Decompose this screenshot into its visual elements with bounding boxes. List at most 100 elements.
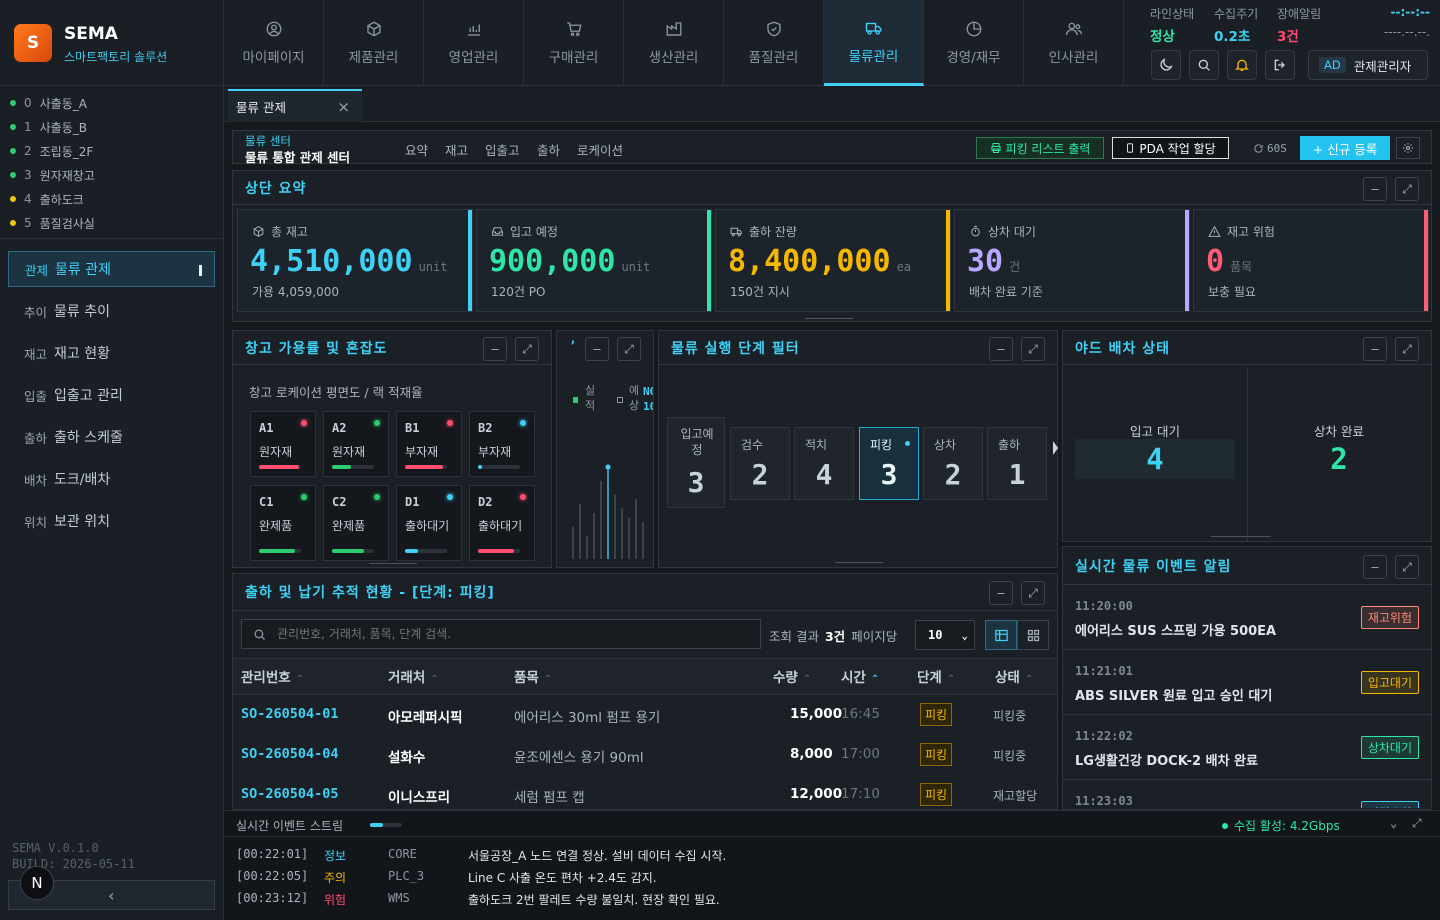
zone-item[interactable]: 5 품질검사실: [10, 214, 95, 232]
brand-logo[interactable]: S SEMA 스마트팩토리 솔루션: [0, 0, 224, 86]
subnav-link[interactable]: 출하: [537, 140, 560, 159]
search-input[interactable]: [241, 619, 761, 649]
nav-cart[interactable]: 구매관리: [524, 0, 624, 86]
column-header[interactable]: 관리번호 ⌃: [241, 666, 304, 686]
resize-handle[interactable]: [835, 562, 883, 563]
logout-button[interactable]: [1265, 50, 1295, 80]
stage-filter-5[interactable]: 출하 1: [987, 427, 1047, 500]
search-field[interactable]: [277, 627, 737, 641]
event-item[interactable]: 11:23:03 피킹오차: [1063, 780, 1431, 808]
per-page-select[interactable]: 10 ⌄: [915, 620, 975, 650]
refresh-interval[interactable]: 60S: [1253, 137, 1287, 159]
nav-box[interactable]: 제품관리: [324, 0, 424, 86]
rack-d1[interactable]: D1 출하대기: [396, 485, 462, 561]
subnav-link[interactable]: 재고: [445, 140, 468, 159]
rack-b1[interactable]: B1 부자재: [396, 411, 462, 477]
user-menu[interactable]: AD 관제관리자: [1308, 50, 1428, 80]
rack-a2[interactable]: A2 원자재: [323, 411, 389, 477]
subnav-link[interactable]: 요약: [405, 140, 428, 159]
minimize-button[interactable]: —: [989, 581, 1013, 605]
column-header[interactable]: 단계 ⌃: [917, 666, 955, 686]
kpi-card[interactable]: 재고 위험 0 품목 보충 필요: [1193, 209, 1429, 312]
sidebar-item-1[interactable]: 추이 물류 추이: [8, 293, 215, 329]
zone-item[interactable]: 4 출하도크: [10, 190, 84, 208]
notification-button[interactable]: [1227, 50, 1257, 80]
kpi-card[interactable]: 출하 잔량 8,400,000 ea 150건 지시: [715, 209, 951, 312]
print-picking-list-button[interactable]: 피킹 리스트 출력: [976, 137, 1104, 159]
column-header[interactable]: 수량 ⌃: [773, 666, 811, 686]
sidebar-item-2[interactable]: 재고 재고 현황: [8, 335, 215, 371]
resize-handle[interactable]: [369, 563, 417, 564]
sidebar-item-0[interactable]: 관제 물류 관제: [8, 251, 215, 287]
zone-item[interactable]: 1 사출동_B: [10, 118, 87, 136]
stage-filter-3[interactable]: 피킹 3: [859, 427, 919, 500]
zone-item[interactable]: 2 조립동_2F: [10, 142, 93, 160]
stage-filter-0[interactable]: 입고예정 3: [667, 417, 725, 508]
avatar[interactable]: N: [20, 866, 54, 900]
table-view-button[interactable]: [985, 620, 1017, 650]
minimize-button[interactable]: —: [989, 337, 1013, 361]
zone-item[interactable]: 0 사출동_A: [10, 94, 87, 112]
minimize-button[interactable]: —: [1363, 177, 1387, 201]
column-header[interactable]: 시간 ⌃: [841, 666, 879, 686]
nav-shield[interactable]: 품질관리: [724, 0, 824, 86]
column-header[interactable]: 상태 ⌃: [995, 666, 1033, 686]
close-icon[interactable]: ×: [337, 98, 350, 116]
nav-factory[interactable]: 생산관리: [624, 0, 724, 86]
yard-inbound-value[interactable]: 4: [1075, 439, 1235, 479]
nav-chart[interactable]: 영업관리: [424, 0, 524, 86]
minimize-button[interactable]: —: [483, 337, 507, 361]
rack-d2[interactable]: D2 출하대기: [469, 485, 535, 561]
event-item[interactable]: 11:21:01 ABS SILVER 원료 입고 승인 대기 입고대기: [1063, 650, 1431, 715]
rack-b2[interactable]: B2 부자재: [469, 411, 535, 477]
expand-button[interactable]: ⤢: [1395, 177, 1419, 201]
kpi-card[interactable]: 상차 대기 30 건 배차 완료 기준: [954, 209, 1190, 312]
settings-button[interactable]: [1396, 137, 1420, 159]
expand-button[interactable]: ⤢: [515, 337, 539, 361]
tab-logistics-control[interactable]: 물류 관제 ×: [228, 89, 362, 122]
resize-handle[interactable]: [1211, 536, 1271, 537]
stage-filter-1[interactable]: 검수 2: [730, 427, 790, 500]
nav-user[interactable]: 마이페이지: [224, 0, 324, 86]
stage-filter-2[interactable]: 적치 4: [794, 427, 854, 500]
stage-filter-4[interactable]: 상차 2: [923, 427, 983, 500]
kpi-card[interactable]: 입고 예정 900,000 unit 120건 PO: [476, 209, 712, 312]
column-header[interactable]: 거래처 ⌃: [388, 666, 439, 686]
resize-handle[interactable]: [805, 318, 853, 319]
minimize-button[interactable]: —: [1363, 555, 1387, 579]
minimize-button[interactable]: —: [585, 337, 609, 361]
table-row[interactable]: [233, 734, 1057, 774]
table-row[interactable]: [233, 774, 1057, 808]
expand-button[interactable]: ⤢: [1395, 337, 1419, 361]
subnav-link[interactable]: 입출고: [485, 140, 520, 159]
chevron-down-icon[interactable]: ⌄: [1390, 816, 1397, 830]
event-item[interactable]: 11:22:02 LG생활건강 DOCK-2 배차 완료 상차대기: [1063, 715, 1431, 780]
rack-c1[interactable]: C1 완제품: [250, 485, 316, 561]
minimize-button[interactable]: —: [1363, 337, 1387, 361]
pda-assign-button[interactable]: PDA 작업 할당: [1112, 137, 1229, 159]
expand-button[interactable]: ⤢: [617, 337, 641, 361]
expand-button[interactable]: ⤢: [1021, 337, 1045, 361]
nav-truck[interactable]: 물류관리: [824, 0, 924, 86]
kpi-card[interactable]: 총 재고 4,510,000 unit 가용 4,059,000: [237, 209, 473, 312]
event-item[interactable]: 11:20:00 에어리스 SUS 스프링 가용 500EA 재고위험: [1063, 585, 1431, 650]
sidebar-item-5[interactable]: 배차 도크/배차: [8, 461, 215, 497]
search-button[interactable]: [1189, 50, 1219, 80]
expand-button[interactable]: ⤢: [1395, 555, 1419, 579]
sidebar-item-6[interactable]: 위치 보관 위치: [8, 503, 215, 539]
expand-button[interactable]: ⤢: [1021, 581, 1045, 605]
new-register-button[interactable]: + 신규 등록: [1300, 136, 1390, 160]
theme-toggle-button[interactable]: [1151, 50, 1181, 80]
rack-a1[interactable]: A1 원자재: [250, 411, 316, 477]
column-header[interactable]: 품목 ⌃: [514, 666, 552, 686]
yard-loaded-value[interactable]: 2: [1259, 439, 1419, 479]
grid-view-button[interactable]: [1017, 620, 1049, 650]
nav-people[interactable]: 인사관리: [1024, 0, 1124, 86]
zone-item[interactable]: 3 원자재창고: [10, 166, 95, 184]
subnav-link[interactable]: 로케이션: [577, 140, 623, 159]
sidebar-item-3[interactable]: 입출 입출고 관리: [8, 377, 215, 413]
rack-c2[interactable]: C2 완제품: [323, 485, 389, 561]
nav-pie[interactable]: 경영/재무: [924, 0, 1024, 86]
table-row[interactable]: [233, 694, 1057, 734]
scroll-right-arrow[interactable]: [1053, 441, 1058, 455]
